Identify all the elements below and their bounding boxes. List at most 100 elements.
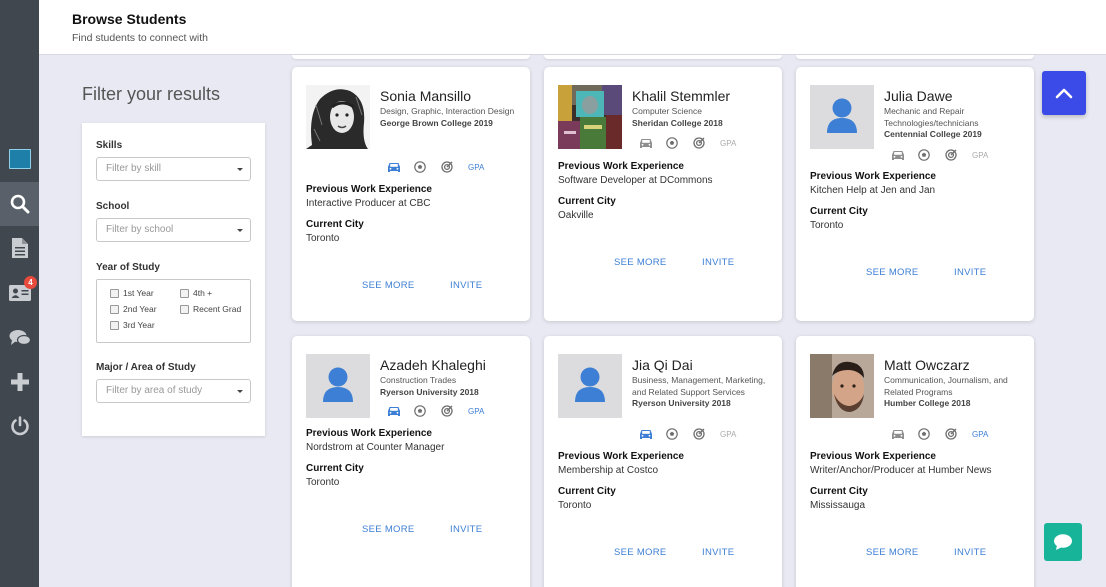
checkbox-label: 1st Year <box>123 288 154 298</box>
work-experience-value: Nordstrom at Counter Manager <box>306 442 445 453</box>
student-photo[interactable] <box>810 85 874 149</box>
see-more-button[interactable]: SEE MORE <box>866 267 919 278</box>
year-checkbox-recent-grad[interactable]: Recent Grad <box>180 304 241 314</box>
student-name[interactable]: Jia Qi Dai <box>632 357 693 373</box>
current-city-value: Toronto <box>558 500 592 511</box>
student-photo[interactable] <box>306 354 370 418</box>
current-city-value: Oakville <box>558 210 594 221</box>
scroll-to-top-button[interactable] <box>1042 71 1086 115</box>
school-label: School <box>96 201 130 212</box>
app-logo[interactable] <box>0 137 39 181</box>
page-header: Browse Students Find students to connect… <box>39 0 1106 55</box>
current-city-value: Toronto <box>306 233 340 244</box>
chat-button[interactable] <box>1044 523 1082 561</box>
checkbox-icon <box>110 288 119 298</box>
see-more-button[interactable]: SEE MORE <box>614 547 667 558</box>
power-icon <box>10 416 29 436</box>
checkbox-icon <box>180 304 189 314</box>
goals-indicator <box>945 148 972 162</box>
invite-button[interactable]: INVITE <box>702 547 734 558</box>
current-city-heading: Current City <box>558 486 616 497</box>
major-select[interactable]: Filter by area of study <box>96 379 251 403</box>
nav-contacts[interactable]: 4 <box>0 270 39 314</box>
invite-button[interactable]: INVITE <box>954 267 986 278</box>
student-program: Mechanic and Repair Technologies/technic… <box>884 106 1029 141</box>
invite-button[interactable]: INVITE <box>450 524 482 535</box>
student-major: Construction Trades <box>380 375 457 385</box>
student-school: Centennial College 2019 <box>884 129 982 139</box>
side-nav: 4 <box>0 0 39 587</box>
drivers-license-indicator <box>387 160 414 174</box>
student-name[interactable]: Julia Dawe <box>884 88 952 104</box>
nav-search[interactable] <box>0 182 39 226</box>
gpa-indicator: GPA <box>720 429 737 439</box>
year-checkbox-1st[interactable]: 1st Year <box>110 288 154 298</box>
student-name[interactable]: Azadeh Khaleghi <box>380 357 486 373</box>
current-city-heading: Current City <box>558 196 616 207</box>
chevron-down-icon <box>237 168 243 171</box>
goals-indicator <box>441 404 468 418</box>
car-icon <box>640 138 652 148</box>
gpa-indicator: GPA <box>468 406 485 416</box>
student-school: Ryerson University 2018 <box>380 386 479 397</box>
soccer-ball-icon <box>414 161 426 173</box>
student-photo[interactable] <box>306 85 370 149</box>
see-more-button[interactable]: SEE MORE <box>614 257 667 268</box>
year-checkbox-3rd[interactable]: 3rd Year <box>110 320 155 330</box>
card-edge <box>292 55 530 59</box>
student-photo[interactable] <box>810 354 874 418</box>
student-school: Humber College 2018 <box>884 398 971 408</box>
checkbox-label: Recent Grad <box>193 304 242 314</box>
page-subtitle: Find students to connect with <box>72 32 208 44</box>
invite-button[interactable]: INVITE <box>702 257 734 268</box>
year-checkbox-group: 1st Year 4th + 2nd Year Recent Grad 3rd … <box>96 279 251 343</box>
student-major: Mechanic and Repair Technologies/technic… <box>884 106 979 128</box>
student-name[interactable]: Khalil Stemmler <box>632 88 730 104</box>
student-name[interactable]: Matt Owczarz <box>884 357 970 373</box>
soccer-ball-icon <box>666 137 678 149</box>
drivers-license-indicator <box>639 427 666 441</box>
student-photo[interactable] <box>558 85 622 149</box>
filter-title: Filter your results <box>82 84 221 104</box>
chevron-down-icon <box>237 229 243 232</box>
sports-indicator <box>666 427 693 441</box>
nav-messages[interactable] <box>0 316 39 360</box>
nav-documents[interactable] <box>0 226 39 270</box>
major-label: Major / Area of Study <box>96 362 196 373</box>
work-experience-value: Kitchen Help at Jen and Jan <box>810 185 936 196</box>
skills-select[interactable]: Filter by skill <box>96 157 251 181</box>
car-icon <box>388 406 400 416</box>
car-icon <box>388 162 400 172</box>
checkbox-icon <box>110 320 119 330</box>
nav-logout[interactable] <box>0 404 39 448</box>
see-more-button[interactable]: SEE MORE <box>362 524 415 535</box>
checkbox-label: 2nd Year <box>123 304 157 314</box>
invite-button[interactable]: INVITE <box>450 280 482 291</box>
work-experience-heading: Previous Work Experience <box>810 171 936 182</box>
year-checkbox-2nd[interactable]: 2nd Year <box>110 304 157 314</box>
see-more-button[interactable]: SEE MORE <box>866 547 919 558</box>
work-experience-heading: Previous Work Experience <box>810 451 936 462</box>
student-card: Azadeh Khaleghi Construction Trades Ryer… <box>292 336 530 587</box>
major-placeholder: Filter by area of study <box>106 385 203 396</box>
school-select[interactable]: Filter by school <box>96 218 251 242</box>
drivers-license-indicator <box>387 404 414 418</box>
student-program: Design, Graphic, Interaction Design Geor… <box>380 106 525 129</box>
current-city-heading: Current City <box>810 206 868 217</box>
work-experience-value: Software Developer at DCommons <box>558 175 713 186</box>
student-name[interactable]: Sonia Mansillo <box>380 88 471 104</box>
student-photo[interactable] <box>558 354 622 418</box>
sports-indicator <box>918 427 945 441</box>
nav-add[interactable] <box>0 360 39 404</box>
soccer-ball-icon <box>918 149 930 161</box>
student-major: Business, Management, Marketing, and Rel… <box>632 375 766 397</box>
year-checkbox-4th[interactable]: 4th + <box>180 288 212 298</box>
student-major: Communication, Journalism, and Related P… <box>884 375 1008 397</box>
skills-placeholder: Filter by skill <box>106 163 162 174</box>
document-icon <box>11 238 28 258</box>
invite-button[interactable]: INVITE <box>954 547 986 558</box>
avatar-placeholder-icon <box>810 85 874 149</box>
target-icon <box>441 405 453 417</box>
see-more-button[interactable]: SEE MORE <box>362 280 415 291</box>
work-experience-value: Writer/Anchor/Producer at Humber News <box>810 465 992 476</box>
